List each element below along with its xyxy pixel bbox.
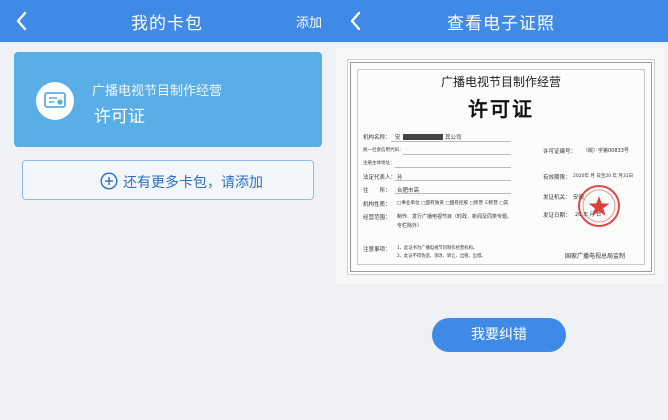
page-title: 我的卡包: [131, 14, 203, 34]
org-nature-label: 机构性质：: [363, 202, 391, 208]
license-badge-icon: [36, 82, 74, 120]
notes-label: 注意事项：: [363, 247, 391, 253]
card-name: 许可证: [94, 107, 145, 127]
license-card[interactable]: 广播电视节目制作经营 许可证: [14, 52, 322, 147]
license-no-label: 许可证编号：: [543, 149, 577, 155]
note-1: 1、此证书为广播电视节目制作经营机构。: [397, 246, 478, 251]
address-label: 住 所：: [363, 188, 391, 194]
issuing-organization: 国家广播电视总局监制: [565, 253, 626, 260]
card-wallet-screen: 我的卡包 添加 广播电视节目制作经营 许可证 还有更多卡包，请添加: [0, 0, 334, 420]
field-underline: [391, 141, 511, 142]
org-name-prefix: 安: [395, 135, 401, 141]
field-underline: [395, 180, 511, 181]
org-name-suffix: 其公司: [445, 135, 462, 141]
add-more-label: 还有更多卡包，请添加: [123, 175, 263, 191]
legal-rep-label: 法定代表人：: [363, 175, 397, 181]
certificate-title-line1: 广播电视节目制作经营: [440, 75, 561, 89]
nav-bar: 我的卡包 添加: [0, 0, 334, 42]
field-underline: [395, 167, 511, 168]
add-button[interactable]: 添加: [296, 12, 322, 31]
scope-value: 制作、发行广播电视节目（时政、新闻及同类专题、: [397, 214, 513, 220]
org-name-label: 机构名称：: [363, 135, 391, 141]
field-underline: [395, 193, 511, 194]
org-nature-options: □事业单位 □国有独资 □国有控股 □民营 ☑民营 □其: [397, 201, 509, 206]
redaction: [403, 134, 443, 140]
certificate-view-screen: 查看电子证照 广播电视节目制作经营 许可证 机构名称： 安 其公司 统一社会信用…: [334, 0, 668, 420]
certificate-title-line2: 许可证: [468, 97, 534, 121]
credit-code-label: 统一社会信用代码：: [363, 148, 404, 153]
scope-label: 经营范围：: [363, 215, 391, 221]
card-category: 广播电视节目制作经营: [92, 84, 223, 99]
nav-bar: 查看电子证照: [334, 0, 668, 42]
issuer-label: 发证机关：: [543, 195, 571, 201]
issue-date-label: 发证日期：: [543, 213, 571, 219]
add-more-cards-button[interactable]: 还有更多卡包，请添加: [22, 160, 314, 200]
field-underline: [403, 154, 511, 155]
certificate: 广播电视节目制作经营 许可证 机构名称： 安 其公司 统一社会信用代码： 注册主…: [350, 62, 652, 272]
page-title: 查看电子证照: [447, 14, 555, 34]
license-no-value: （皖）字第00833号: [583, 148, 629, 154]
reg-address-label: 注册主体地址：: [363, 161, 395, 166]
valid-period-label: 有效期限：: [543, 175, 571, 181]
report-error-button[interactable]: 我要纠错: [432, 318, 566, 352]
valid-period-value: 2020年 月 日至20 年 月31日: [573, 174, 634, 179]
seal-icon: [578, 185, 620, 227]
note-2: 2、此证不得伪造、涂改、转让、出租、出借。: [397, 254, 486, 259]
plus-circle-icon: [100, 172, 118, 190]
scope-value-line2: 专栏除外）: [397, 223, 423, 229]
certificate-image: 广播电视节目制作经营 许可证 机构名称： 安 其公司 统一社会信用代码： 注册主…: [336, 48, 664, 284]
